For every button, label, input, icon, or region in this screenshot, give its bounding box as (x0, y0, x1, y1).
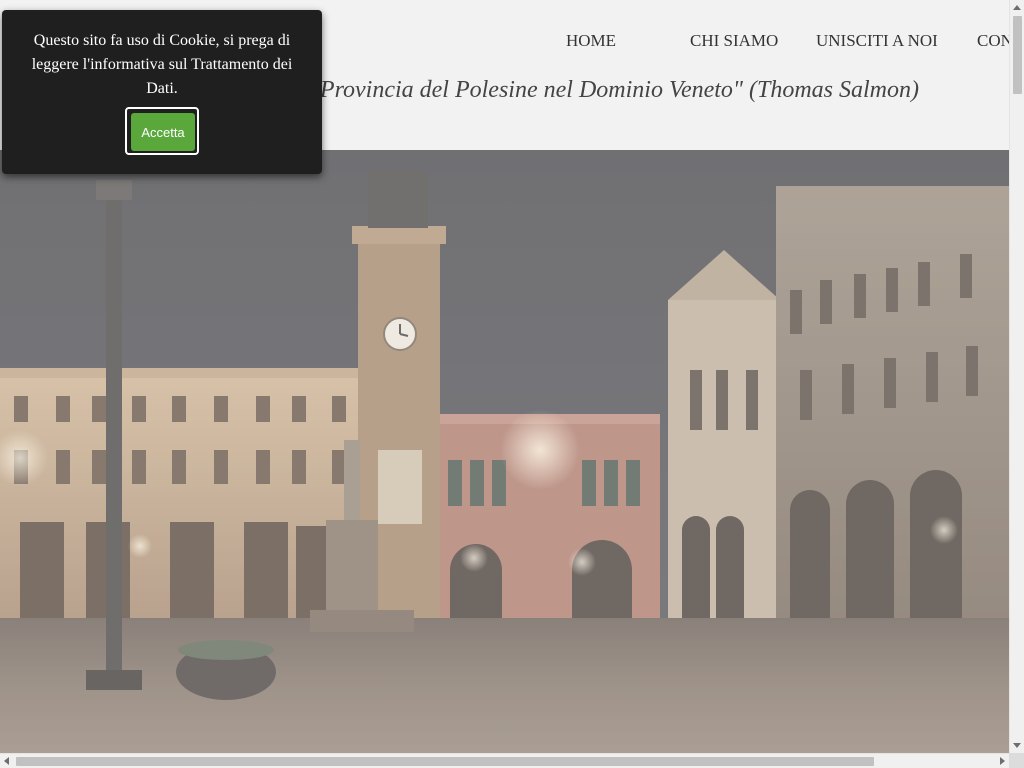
horizontal-scrollbar[interactable] (0, 753, 1009, 768)
nav-home-link[interactable]: HOME (566, 31, 616, 51)
vertical-scroll-thumb[interactable] (1013, 16, 1022, 94)
nav-chi-siamo-link[interactable]: CHI SIAMO (690, 31, 778, 51)
horizontal-scroll-thumb[interactable] (16, 757, 874, 766)
cookie-banner: Questo sito fa uso di Cookie, si prega d… (2, 10, 322, 174)
vertical-scrollbar[interactable] (1009, 0, 1024, 753)
hero-piazza-illustration (0, 150, 1009, 753)
hero-image (0, 150, 1009, 753)
scroll-down-arrow-icon[interactable] (1013, 743, 1021, 748)
scroll-left-arrow-icon[interactable] (4, 757, 9, 765)
scrollbar-corner (1009, 753, 1024, 768)
page: HOME CHI SIAMO UNISCITI A NOI CON Provin… (0, 0, 1024, 768)
scroll-up-arrow-icon[interactable] (1013, 5, 1021, 10)
scroll-right-arrow-icon[interactable] (1000, 757, 1005, 765)
cookie-message: Questo sito fa uso di Cookie, si prega d… (31, 32, 293, 97)
accept-button-frame: Accetta (125, 107, 199, 155)
nav-contatti-link[interactable]: CON (977, 31, 1013, 51)
accept-cookies-button[interactable]: Accetta (131, 113, 195, 151)
nav-unisciti-link[interactable]: UNISCITI A NOI (816, 31, 938, 51)
